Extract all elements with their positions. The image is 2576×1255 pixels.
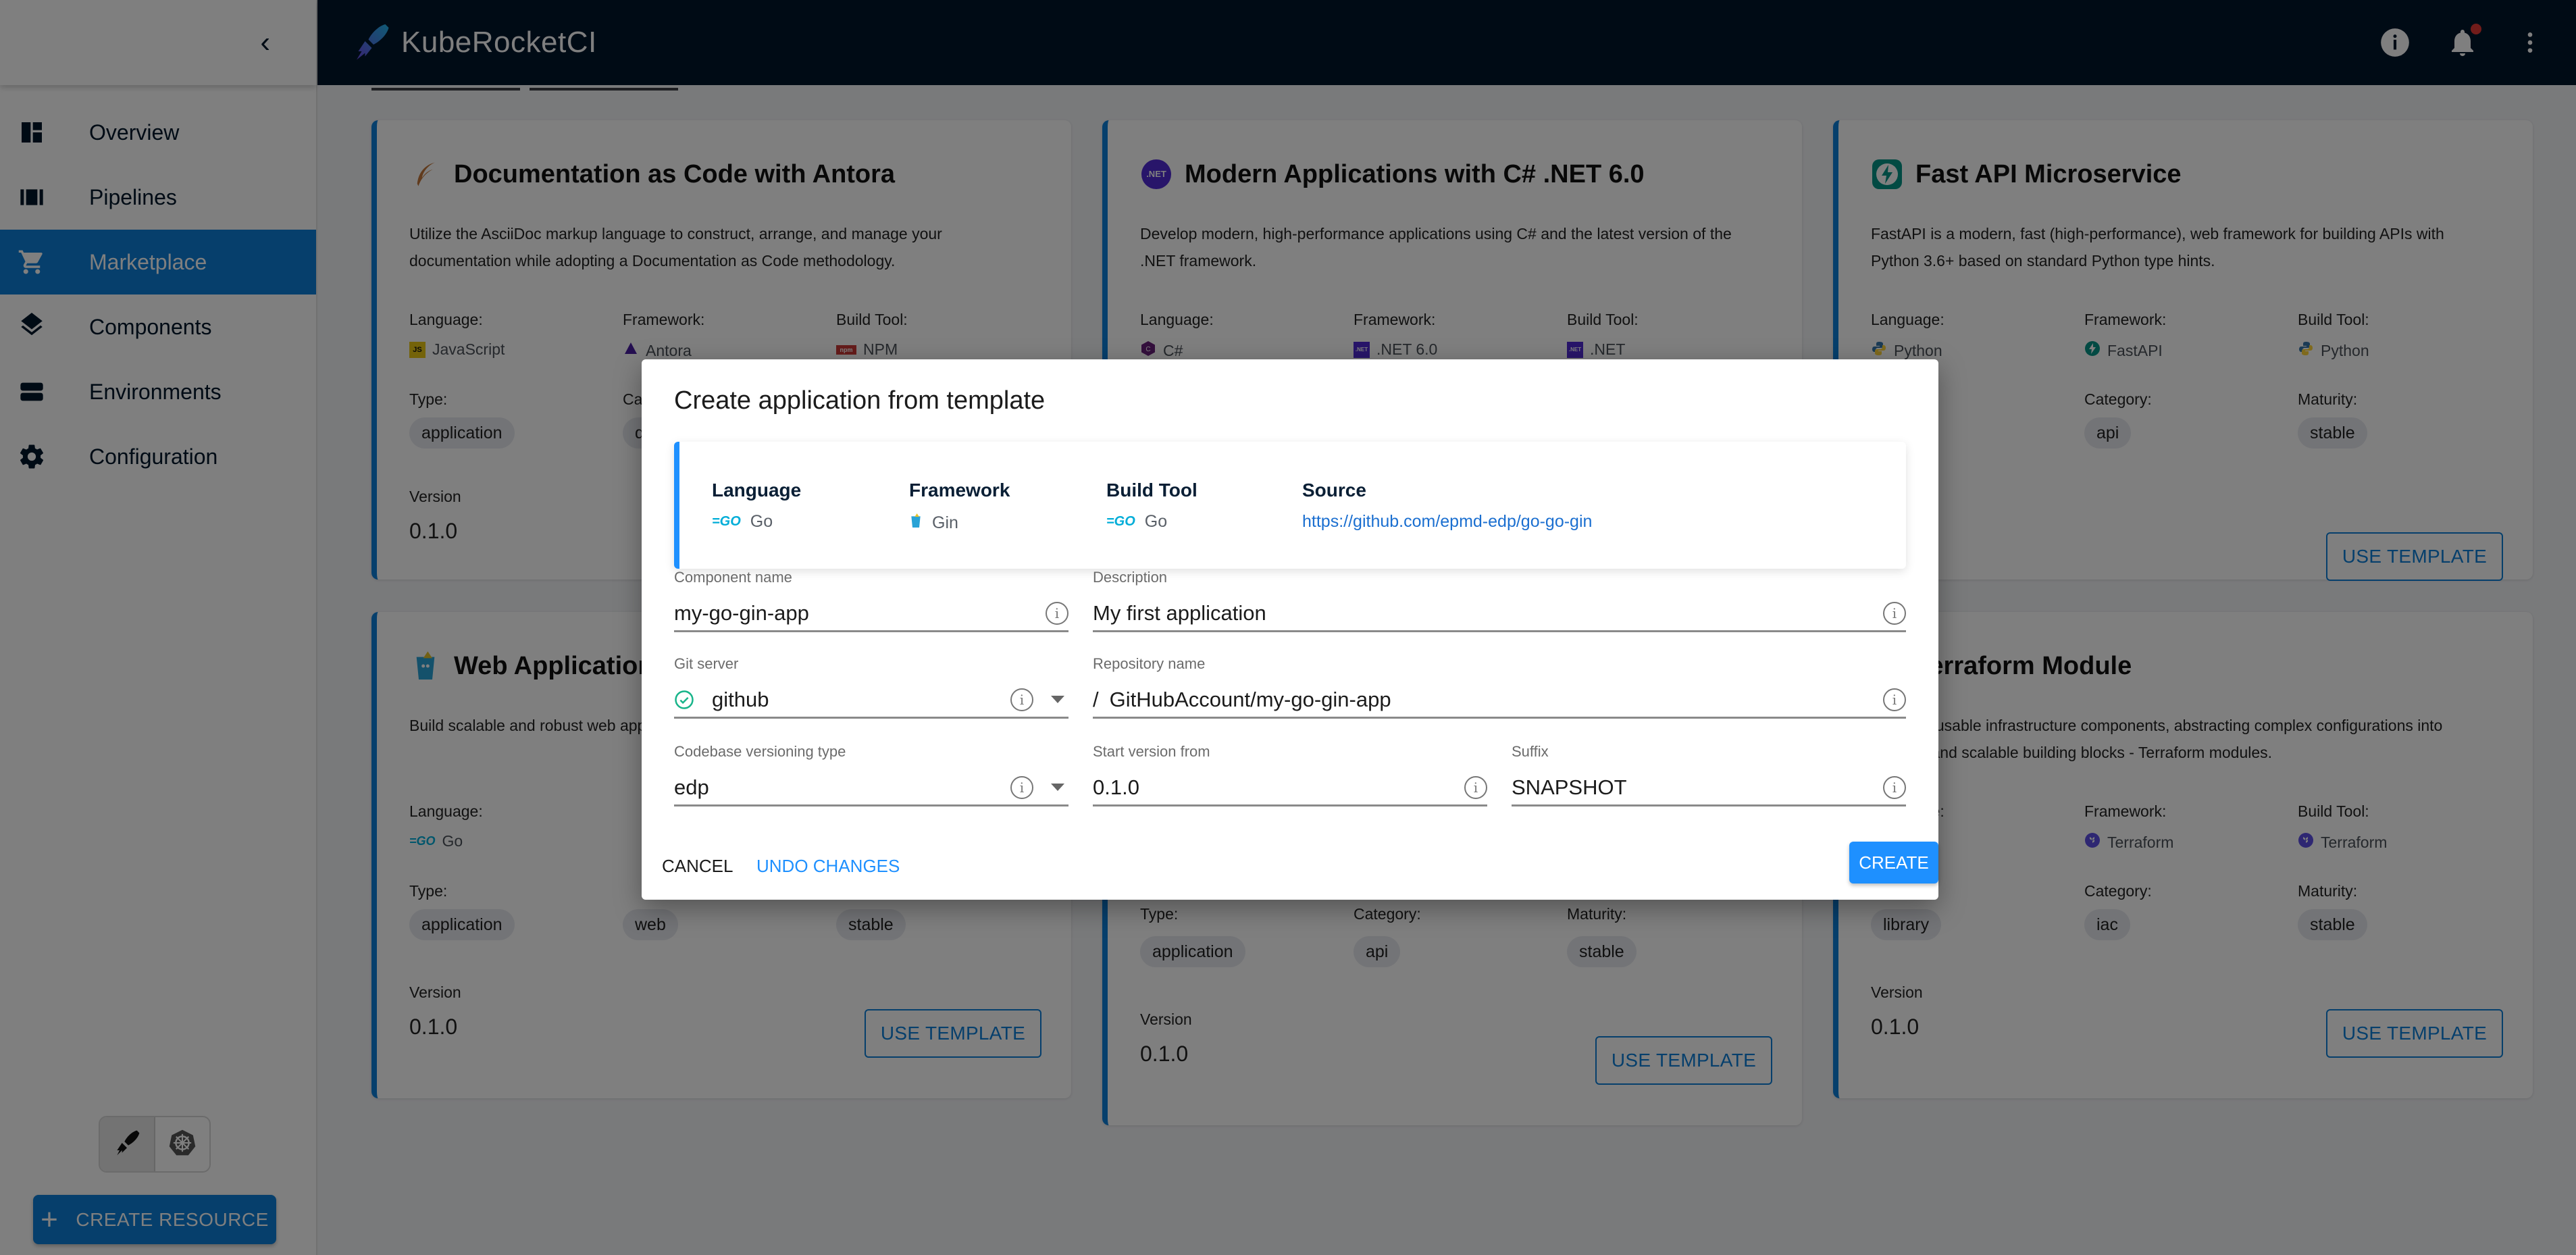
info-buildtool: Build Tool =GO Go — [1106, 480, 1197, 532]
info-language-value: Go — [750, 512, 773, 531]
undo-changes-button[interactable]: UNDO CHANGES — [756, 856, 900, 877]
start-version-field: Start version from 0.1.0 i — [1093, 743, 1487, 806]
create-application-dialog: Create application from template Languag… — [642, 359, 1938, 900]
git-server-field: Git server github i — [674, 655, 1068, 719]
dropdown-caret-icon[interactable] — [1051, 784, 1064, 791]
git-server-select[interactable]: github — [712, 688, 1010, 712]
description-input[interactable]: My first application — [1093, 601, 1883, 625]
dialog-title: Create application from template — [674, 386, 1046, 415]
component-name-field: Component name my-go-gin-app i — [674, 569, 1068, 632]
component-name-label: Component name — [674, 569, 792, 586]
start-version-label: Start version from — [1093, 743, 1210, 760]
info-buildtool-value: Go — [1144, 512, 1168, 531]
info-icon[interactable]: i — [1010, 775, 1033, 799]
check-circle-icon — [674, 690, 694, 710]
repository-name-input[interactable]: GitHubAccount/my-go-gin-app — [1110, 688, 1883, 712]
info-language: Language =GO Go — [712, 480, 801, 532]
dropdown-caret-icon[interactable] — [1051, 696, 1064, 703]
info-framework-value: Gin — [932, 513, 958, 532]
info-source-label: Source — [1302, 480, 1366, 501]
versioning-type-label: Codebase versioning type — [674, 743, 846, 760]
git-server-label: Git server — [674, 655, 739, 672]
info-buildtool-label: Build Tool — [1106, 480, 1197, 501]
info-icon[interactable]: i — [1883, 775, 1906, 799]
repository-prefix: / — [1093, 687, 1099, 711]
repository-name-label: Repository name — [1093, 655, 1206, 672]
versioning-type-select[interactable]: edp — [674, 775, 1010, 800]
go-icon: =GO — [712, 514, 741, 529]
info-icon[interactable]: i — [1046, 601, 1068, 625]
versioning-type-field: Codebase versioning type edp i — [674, 743, 1068, 806]
source-link[interactable]: https://github.com/epmd-edp/go-go-gin — [1302, 512, 1592, 532]
suffix-label: Suffix — [1512, 743, 1549, 760]
component-name-input[interactable]: my-go-gin-app — [674, 601, 1046, 625]
repository-name-field: Repository name / GitHubAccount/my-go-gi… — [1093, 655, 1906, 719]
info-framework: Framework Gin — [909, 480, 1010, 534]
info-language-label: Language — [712, 480, 802, 501]
cancel-button[interactable]: CANCEL — [662, 856, 733, 877]
info-icon[interactable]: i — [1883, 601, 1906, 625]
info-source: Source https://github.com/epmd-edp/go-go… — [1302, 480, 1592, 532]
start-version-input[interactable]: 0.1.0 — [1093, 775, 1464, 800]
gin-icon — [909, 512, 923, 534]
info-framework-label: Framework — [909, 480, 1010, 501]
suffix-input[interactable]: SNAPSHOT — [1512, 775, 1883, 800]
description-label: Description — [1093, 569, 1168, 586]
template-info-card: Language =GO Go Framework Gin Build Tool … — [674, 442, 1906, 569]
description-field: Description My first application i — [1093, 569, 1906, 632]
info-icon[interactable]: i — [1464, 775, 1487, 799]
create-button[interactable]: CREATE — [1849, 842, 1938, 883]
suffix-field: Suffix SNAPSHOT i — [1512, 743, 1906, 806]
info-icon[interactable]: i — [1010, 688, 1033, 711]
go-icon: =GO — [1106, 514, 1135, 529]
info-icon[interactable]: i — [1883, 688, 1906, 711]
